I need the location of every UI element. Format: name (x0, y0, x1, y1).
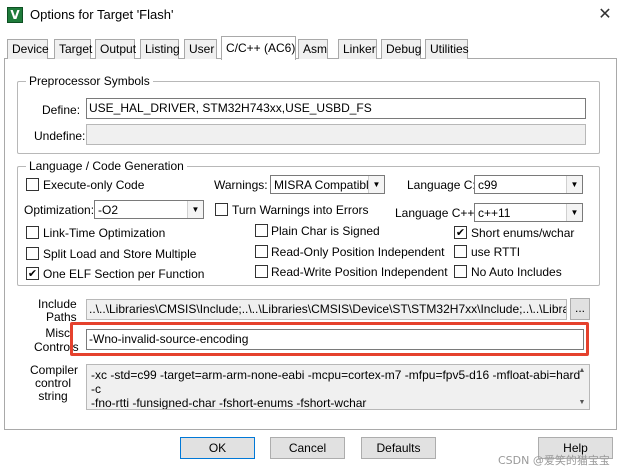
tab-target[interactable]: Target (54, 39, 92, 59)
ro-pi-label: Read-Only Position Independent (271, 245, 445, 259)
use-rtti-label: use RTTI (471, 245, 521, 259)
compiler-control-label: Compiler control string (30, 363, 79, 403)
link-time-checkbox[interactable] (26, 226, 39, 239)
scroll-down-icon[interactable]: ▼ (576, 398, 588, 408)
close-icon[interactable]: ✕ (594, 4, 616, 26)
annotation-highlight-box (70, 322, 589, 356)
window-title: Options for Target 'Flash' (30, 7, 174, 22)
compiler-control-textarea[interactable]: -xc -std=c99 -target=arm-arm-none-eabi -… (86, 364, 590, 410)
turn-warnings-errors-checkbox[interactable] (215, 203, 228, 216)
split-load-checkbox[interactable] (26, 247, 39, 260)
tab-device[interactable]: Device (7, 39, 49, 59)
warnings-select[interactable]: MISRA Compatible ▼ (270, 175, 385, 194)
execute-only-checkbox[interactable] (26, 178, 39, 191)
defaults-button[interactable]: Defaults (361, 437, 436, 459)
language-c-value: c99 (478, 178, 498, 192)
language-c-label: Language C: (407, 178, 476, 192)
use-rtti-checkbox[interactable] (454, 245, 467, 258)
ro-pi-checkbox[interactable] (255, 245, 268, 258)
one-elf-checkbox[interactable]: ✔ (26, 267, 39, 280)
undefine-input[interactable] (86, 124, 586, 145)
split-load-label: Split Load and Store Multiple (43, 247, 197, 261)
chevron-down-icon: ▼ (368, 176, 384, 193)
turn-warnings-errors-label: Turn Warnings into Errors (232, 203, 369, 217)
language-cpp-label: Language C++: (395, 206, 478, 220)
one-elf-label: One ELF Section per Function (43, 267, 205, 281)
keil-uvision-icon: V (7, 7, 23, 23)
optimization-value: -O2 (98, 203, 119, 217)
preprocessor-legend: Preprocessor Symbols (29, 74, 150, 88)
execute-only-label: Execute-only Code (43, 178, 145, 192)
misc-controls-label: Misc Controls (34, 326, 79, 354)
language-legend: Language / Code Generation (29, 159, 184, 173)
language-cpp-select[interactable]: c++11 ▼ (474, 203, 583, 222)
rw-pi-label: Read-Write Position Independent (271, 265, 448, 279)
tab-utilities[interactable]: Utilities (425, 39, 469, 59)
short-enums-checkbox[interactable]: ✔ (454, 226, 467, 239)
tab-c-cpp-ac6[interactable]: C/C++ (AC6) (221, 36, 296, 60)
include-paths-label: Include Paths (38, 297, 77, 324)
chevron-down-icon: ▼ (187, 201, 203, 218)
tab-linker[interactable]: Linker (338, 39, 377, 59)
rw-pi-checkbox[interactable] (255, 265, 268, 278)
cancel-button[interactable]: Cancel (270, 437, 345, 459)
optimization-select[interactable]: -O2 ▼ (94, 200, 204, 219)
tab-asm[interactable]: Asm (298, 39, 328, 59)
tab-listing[interactable]: Listing (140, 39, 180, 59)
ok-button[interactable]: OK (180, 437, 255, 459)
define-input[interactable]: USE_HAL_DRIVER, STM32H743xx,USE_USBD_FS (86, 98, 586, 119)
scroll-up-icon[interactable]: ▲ (576, 366, 588, 376)
include-paths-browse-button[interactable]: ... (570, 298, 590, 320)
warnings-value: MISRA Compatible (274, 178, 376, 192)
undefine-label: Undefine: (34, 129, 86, 143)
link-time-label: Link-Time Optimization (43, 226, 166, 240)
optimization-label: Optimization: (24, 203, 95, 217)
watermark-text: CSDN @爱笑的猫宝宝 (498, 454, 610, 467)
plain-char-checkbox[interactable] (255, 224, 268, 237)
short-enums-label: Short enums/wchar (471, 226, 575, 240)
tab-debug[interactable]: Debug (381, 39, 421, 59)
language-c-select[interactable]: c99 ▼ (474, 175, 583, 194)
no-auto-includes-checkbox[interactable] (454, 265, 467, 278)
chevron-down-icon: ▼ (566, 176, 582, 193)
chevron-down-icon: ▼ (566, 204, 582, 221)
include-paths-input[interactable]: ..\..\Libraries\CMSIS\Include;..\..\Libr… (86, 299, 567, 320)
tab-output[interactable]: Output (95, 39, 136, 59)
compiler-control-scrollbar[interactable]: ▲ ▼ (576, 366, 588, 408)
plain-char-label: Plain Char is Signed (271, 224, 380, 238)
language-cpp-value: c++11 (478, 206, 511, 220)
tab-user[interactable]: User (184, 39, 217, 59)
define-label: Define: (42, 103, 81, 117)
warnings-label: Warnings: (214, 178, 268, 192)
no-auto-includes-label: No Auto Includes (471, 265, 562, 279)
